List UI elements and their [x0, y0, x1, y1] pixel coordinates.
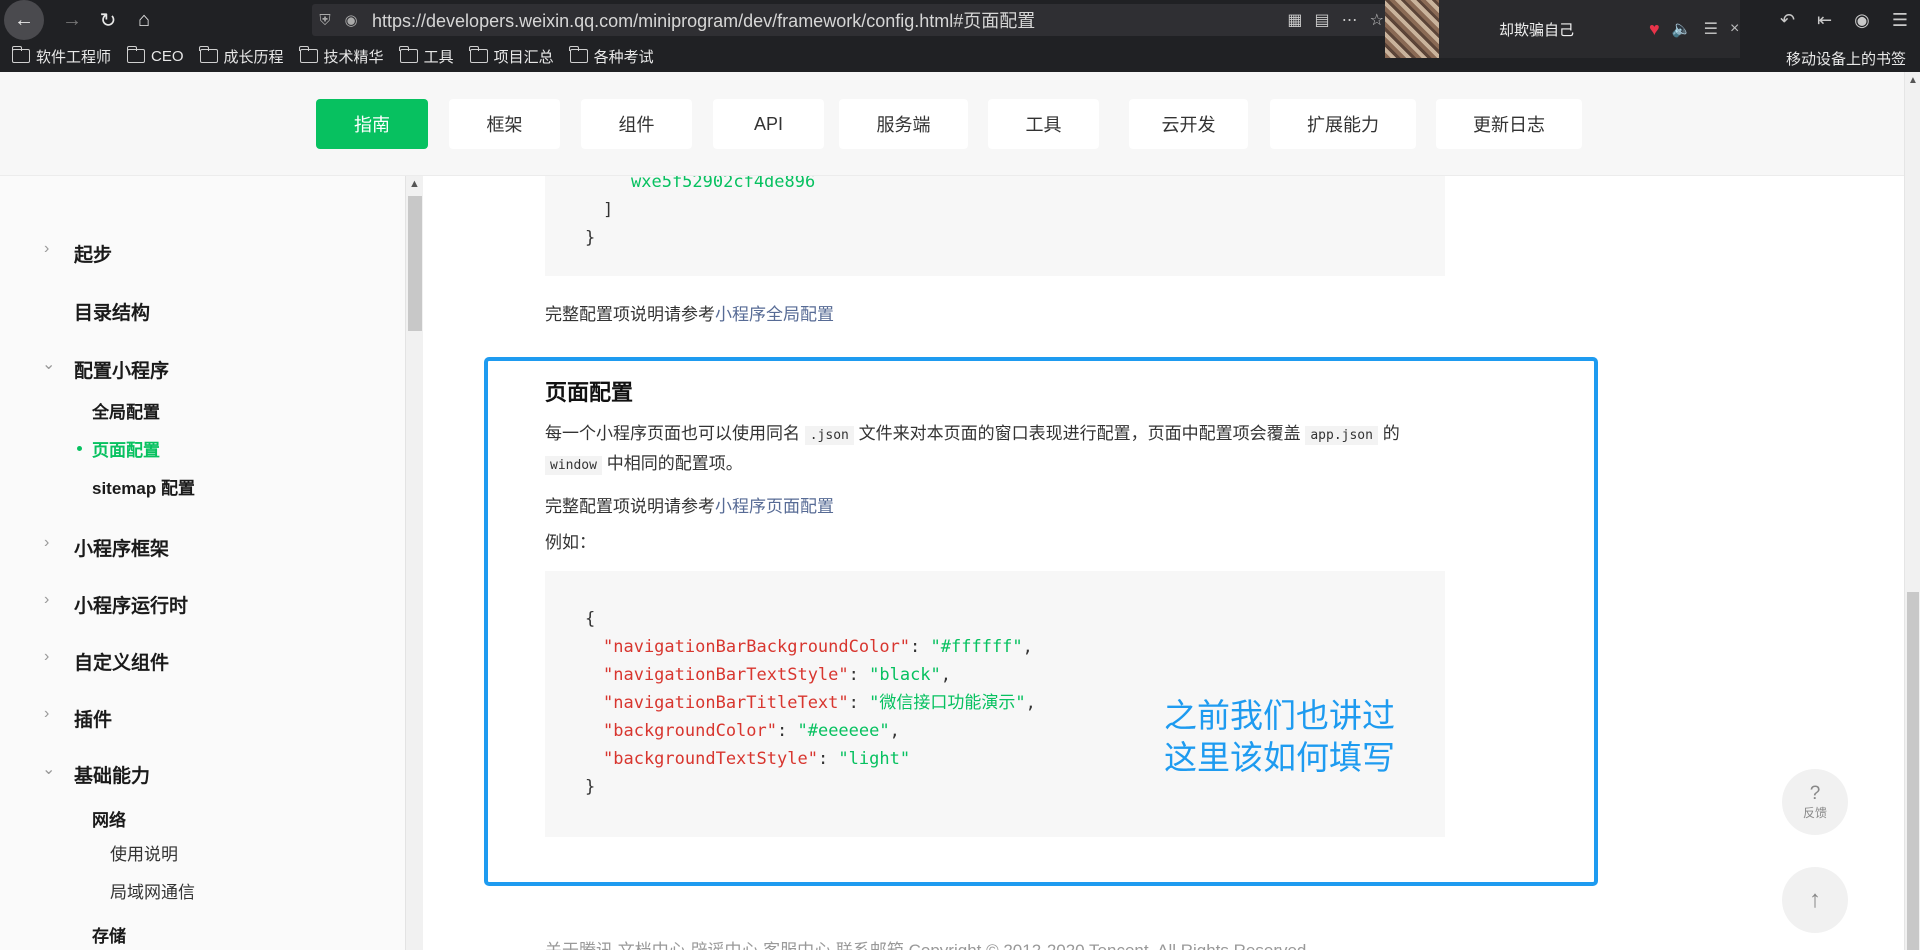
folder-icon: [569, 46, 588, 63]
tab-server[interactable]: 服务端: [839, 99, 968, 149]
shield-icon[interactable]: ⛨: [312, 12, 338, 29]
reload-icon[interactable]: ↻: [90, 2, 126, 38]
bookmark-star-icon[interactable]: ☆: [1370, 10, 1384, 30]
footer-links: 关于腾讯 文档中心 辟谣中心 客服中心 联系邮箱 Copyright © 201…: [545, 936, 1311, 950]
sidebar: › 起步 目录结构 ⌄ 配置小程序 全局配置 页面配置 sitemap 配置 ›…: [0, 176, 405, 950]
global-config-ref: 完整配置项说明请参考小程序全局配置: [545, 305, 834, 324]
home-icon[interactable]: ⌂: [126, 2, 162, 38]
sidebar-item-sitemap[interactable]: sitemap 配置: [92, 474, 195, 499]
folder-icon: [299, 46, 318, 63]
folder-icon: [469, 46, 488, 63]
scrollbar-thumb[interactable]: [408, 196, 422, 331]
bookmark-item[interactable]: 工具: [399, 46, 454, 67]
chevron-right-icon[interactable]: ›: [44, 648, 49, 666]
chevron-down-icon[interactable]: ⌄: [42, 354, 55, 374]
chevron-right-icon[interactable]: ›: [44, 591, 49, 609]
chevron-right-icon[interactable]: ›: [44, 240, 49, 258]
sidebar-item-wangluo[interactable]: 网络: [92, 806, 126, 831]
scroll-up-arrow-icon[interactable]: ▲: [409, 178, 420, 190]
lock-icon: ◉: [344, 12, 358, 29]
global-config-link[interactable]: 小程序全局配置: [715, 305, 834, 324]
code-line: wxe5f52902cf4de896: [631, 176, 816, 192]
code-line: ]: [603, 200, 614, 220]
undo-icon[interactable]: ↶: [1780, 10, 1795, 31]
code-line: }: [585, 228, 596, 248]
tab-guide[interactable]: 指南: [316, 99, 428, 149]
heart-icon[interactable]: ♥: [1649, 19, 1660, 40]
sidebar-item-peizhi[interactable]: 配置小程序: [74, 356, 169, 383]
forward-arrow-icon[interactable]: →: [54, 2, 90, 38]
sidebar-item-juyuwang[interactable]: 局域网通信: [110, 878, 195, 903]
menu-icon[interactable]: ☰: [1892, 10, 1908, 31]
chevron-down-icon[interactable]: ⌄: [42, 759, 55, 779]
mobile-bookmarks[interactable]: 移动设备上的书签: [1786, 48, 1906, 69]
scrollbar-thumb[interactable]: [1907, 592, 1919, 950]
sidebar-item-jichu[interactable]: 基础能力: [74, 761, 150, 788]
reader-view-icon[interactable]: ▤: [1315, 10, 1330, 30]
back-to-top-button[interactable]: ↑: [1782, 867, 1848, 933]
sidebar-item-chajian[interactable]: 插件: [74, 705, 112, 732]
folder-icon: [399, 46, 418, 63]
chevron-right-icon[interactable]: ›: [44, 534, 49, 552]
tab-cloud[interactable]: 云开发: [1129, 99, 1248, 149]
sidebar-item-mulu[interactable]: 目录结构: [74, 298, 150, 325]
pin-icon[interactable]: ⇤: [1817, 10, 1832, 31]
tab-api[interactable]: API: [713, 99, 824, 149]
sidebar-scrollbar[interactable]: ▲: [405, 176, 423, 950]
tab-tools[interactable]: 工具: [988, 99, 1099, 149]
highlight-box: [484, 357, 1598, 886]
scroll-up-arrow-icon[interactable]: ▲: [1908, 75, 1918, 86]
sidebar-item-zidingyi[interactable]: 自定义组件: [74, 648, 169, 675]
extension-avatar-icon[interactable]: ◉: [1854, 10, 1870, 31]
back-arrow-icon[interactable]: ←: [4, 0, 44, 40]
music-title: 却欺骗自己: [1499, 21, 1575, 39]
volume-icon[interactable]: 🔈: [1672, 19, 1692, 39]
sidebar-item-yemian[interactable]: 页面配置: [92, 436, 160, 461]
feedback-button[interactable]: ? 反馈: [1782, 769, 1848, 835]
qr-code-icon[interactable]: ▦: [1287, 10, 1302, 30]
page-scrollbar[interactable]: ▲: [1904, 72, 1920, 950]
chevron-right-icon[interactable]: ›: [44, 705, 49, 723]
tab-extensions[interactable]: 扩展能力: [1270, 99, 1416, 149]
address-bar[interactable]: ⛨ ◉ https://developers.weixin.qq.com/min…: [312, 4, 1392, 36]
url-text[interactable]: https://developers.weixin.qq.com/minipro…: [372, 7, 1035, 33]
bookmark-item[interactable]: CEO: [126, 46, 184, 65]
top-nav: 指南 框架 组件 API 服务端 工具 云开发 扩展能力 更新日志: [0, 72, 1904, 176]
sidebar-item-quanju[interactable]: 全局配置: [92, 398, 160, 423]
bookmark-item[interactable]: 各种考试: [569, 46, 654, 67]
feedback-label: 反馈: [1802, 805, 1827, 820]
close-icon[interactable]: ×: [1730, 20, 1739, 38]
sidebar-item-kuangjia[interactable]: 小程序框架: [74, 534, 169, 561]
previous-code-block: wxe5f52902cf4de896 ] }: [545, 176, 1445, 276]
tab-components[interactable]: 组件: [581, 99, 692, 149]
question-icon: ?: [1809, 782, 1821, 804]
album-thumbnail: [1385, 0, 1439, 58]
sidebar-item-yunxingshi[interactable]: 小程序运行时: [74, 591, 188, 618]
arrow-up-icon: ↑: [1809, 886, 1821, 913]
bookmark-item[interactable]: 软件工程师: [11, 46, 111, 67]
bookmark-item[interactable]: 项目汇总: [469, 46, 554, 67]
bookmark-item[interactable]: 成长历程: [199, 46, 284, 67]
tab-changelog[interactable]: 更新日志: [1436, 99, 1582, 149]
folder-icon: [126, 46, 146, 63]
sidebar-item-shiyong[interactable]: 使用说明: [110, 840, 178, 865]
sidebar-item-qibu[interactable]: 起步: [74, 240, 112, 267]
sidebar-item-cunchu[interactable]: 存储: [92, 922, 126, 947]
folder-icon: [11, 46, 30, 63]
playlist-icon[interactable]: ☰: [1704, 19, 1718, 39]
folder-icon: [199, 46, 218, 63]
tab-framework[interactable]: 框架: [449, 99, 560, 149]
bookmark-item[interactable]: 技术精华: [299, 46, 384, 67]
music-player-widget[interactable]: 却欺骗自己 ♥ 🔈 ☰ ×: [1385, 0, 1740, 58]
active-dot: [77, 446, 82, 451]
more-dots-icon[interactable]: ⋯: [1342, 10, 1358, 30]
